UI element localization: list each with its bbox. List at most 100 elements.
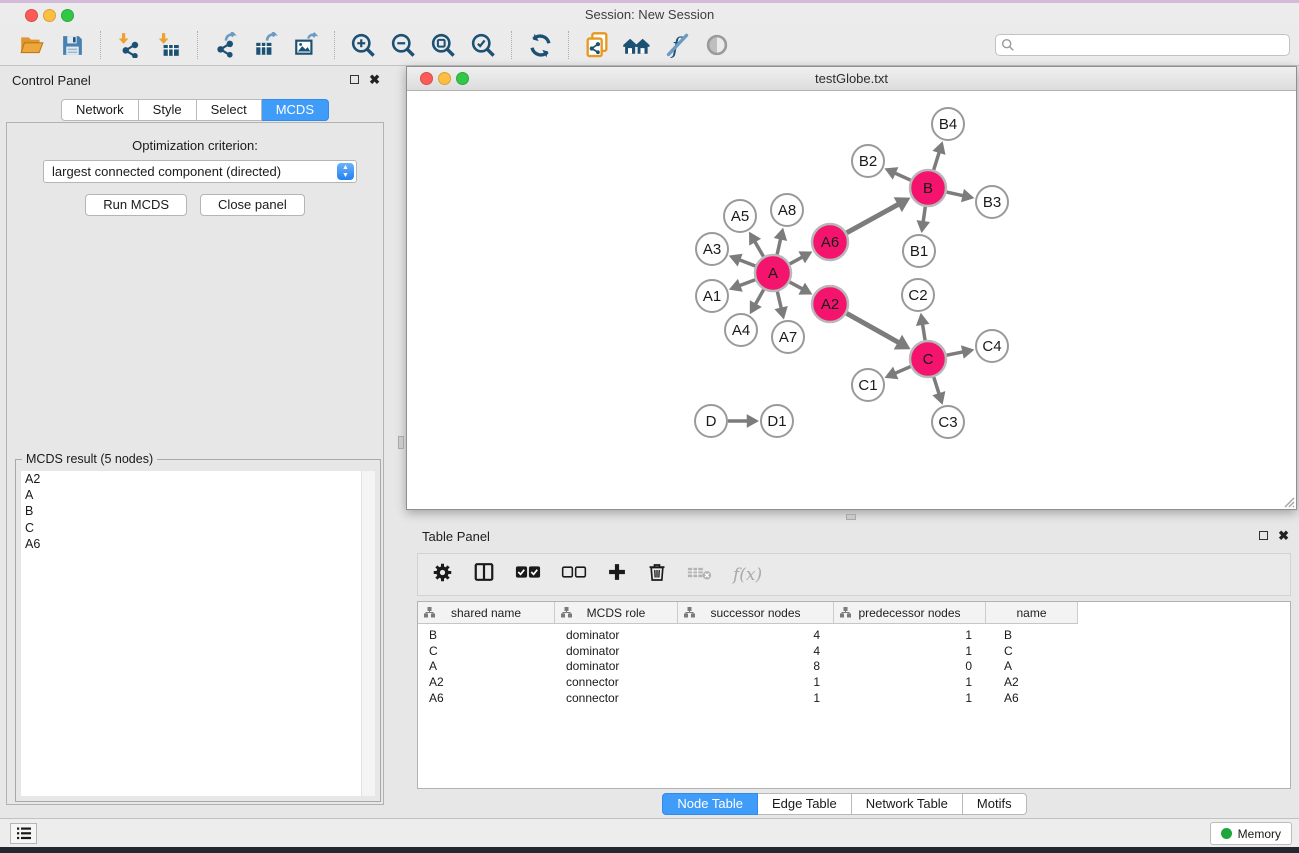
table-cell[interactable]: 1	[834, 691, 986, 705]
split-panel-button[interactable]	[473, 561, 495, 588]
table-row[interactable]: A2connector11A2	[418, 674, 1290, 690]
zoom-selected-button[interactable]	[463, 29, 503, 61]
scrollbar-track[interactable]	[361, 471, 375, 796]
toolbar-separator	[334, 31, 335, 59]
show-all-columns-button[interactable]	[515, 564, 541, 585]
float-panel-icon[interactable]	[1259, 531, 1268, 540]
import-table-button[interactable]	[149, 29, 189, 61]
column-header-predecessor-nodes[interactable]: predecessor nodes	[834, 602, 986, 624]
show-all-button[interactable]	[697, 29, 737, 61]
tab-network[interactable]: Network	[61, 99, 139, 121]
table-cell[interactable]: connector	[555, 691, 678, 705]
export-image-button[interactable]	[286, 29, 326, 61]
table-cell[interactable]: dominator	[555, 628, 678, 642]
table-cell[interactable]: 1	[834, 644, 986, 658]
table-cell[interactable]: A6	[986, 691, 1078, 705]
mcds-result-list[interactable]: A2ABCA6	[21, 471, 375, 796]
table-cell[interactable]: 1	[834, 675, 986, 689]
tab-node-table[interactable]: Node Table	[662, 793, 758, 815]
close-panel-icon[interactable]: ✖	[1278, 530, 1289, 541]
tab-mcds[interactable]: MCDS	[262, 99, 329, 121]
create-column-button[interactable]	[607, 562, 627, 587]
run-mcds-button[interactable]: Run MCDS	[85, 194, 187, 216]
column-header-mcds-role[interactable]: MCDS role	[555, 602, 678, 624]
zoom-in-button[interactable]	[343, 29, 383, 61]
table-cell[interactable]: connector	[555, 675, 678, 689]
network-graph[interactable]: AA1A2A3A4A5A6A7A8BB1B2B3B4CC1C2C3C4DD1	[407, 92, 1296, 509]
memory-button[interactable]: Memory	[1210, 822, 1292, 845]
function-builder-button[interactable]: f(x)	[733, 565, 762, 585]
table-cell[interactable]: 1	[678, 675, 834, 689]
table-cell[interactable]: B	[418, 628, 555, 642]
first-neighbors-button[interactable]	[617, 29, 657, 61]
float-panel-icon[interactable]	[350, 75, 359, 84]
network-from-selection-button[interactable]	[577, 29, 617, 61]
tab-select[interactable]: Select	[197, 99, 262, 121]
graph-node-label: A7	[779, 329, 797, 346]
network-window-titlebar[interactable]: testGlobe.txt	[407, 67, 1296, 91]
split-divider-handle[interactable]	[846, 514, 856, 520]
zoom-out-button[interactable]	[383, 29, 423, 61]
table-cell[interactable]: A2	[418, 675, 555, 689]
table-cell[interactable]: A	[418, 659, 555, 673]
table-cell[interactable]: A6	[418, 691, 555, 705]
mcds-result-item[interactable]: A	[21, 487, 375, 503]
column-header-successor-nodes[interactable]: successor nodes	[678, 602, 834, 624]
graph-edge-A6-B[interactable]	[847, 203, 902, 233]
table-cell[interactable]: 1	[678, 691, 834, 705]
open-session-button[interactable]	[12, 29, 52, 61]
table-cell[interactable]: dominator	[555, 659, 678, 673]
apply-layout-button[interactable]	[520, 29, 560, 61]
table-cell[interactable]: 1	[834, 628, 986, 642]
graph-edge-A2-C[interactable]	[847, 313, 902, 344]
table-cell[interactable]: A	[986, 659, 1078, 673]
criterion-select[interactable]: largest connected component (directed) ▲…	[43, 160, 357, 183]
column-header-shared-name[interactable]: shared name	[418, 602, 555, 624]
tab-style[interactable]: Style	[139, 99, 197, 121]
table-row[interactable]: Adominator80A	[418, 658, 1290, 674]
window-resize-grip[interactable]	[1283, 496, 1295, 508]
export-table-button[interactable]	[246, 29, 286, 61]
delete-table-button[interactable]	[687, 564, 713, 586]
table-cell[interactable]: 8	[678, 659, 834, 673]
save-session-button[interactable]	[52, 29, 92, 61]
table-row[interactable]: Bdominator41B	[418, 627, 1290, 643]
close-panel-button[interactable]: Close panel	[200, 194, 305, 216]
table-row[interactable]: A6connector11A6	[418, 690, 1290, 706]
task-history-button[interactable]	[10, 823, 37, 844]
table-cell[interactable]: A2	[986, 675, 1078, 689]
search-box[interactable]	[995, 34, 1290, 56]
tab-network-table[interactable]: Network Table	[852, 793, 963, 815]
column-header-name[interactable]: name	[986, 602, 1078, 624]
table-cell[interactable]: B	[986, 628, 1078, 642]
search-input[interactable]	[1015, 37, 1284, 53]
mcds-result-item[interactable]: A2	[21, 471, 375, 487]
mcds-result-item[interactable]: A6	[21, 536, 375, 552]
graph-node-label: C4	[982, 338, 1001, 355]
delete-columns-button[interactable]	[647, 562, 667, 588]
export-network-button[interactable]	[206, 29, 246, 61]
memory-label: Memory	[1238, 827, 1281, 841]
table-row[interactable]: Cdominator41C	[418, 643, 1290, 659]
split-divider-handle[interactable]	[398, 436, 404, 449]
table-settings-button[interactable]	[432, 562, 453, 588]
table-cell[interactable]: dominator	[555, 644, 678, 658]
network-window-title: testGlobe.txt	[407, 71, 1296, 86]
import-network-button[interactable]	[109, 29, 149, 61]
tab-motifs[interactable]: Motifs	[963, 793, 1027, 815]
close-panel-icon[interactable]: ✖	[369, 74, 380, 85]
table-cell[interactable]: 4	[678, 628, 834, 642]
column-type-icon	[561, 607, 572, 618]
table-cell[interactable]: C	[986, 644, 1078, 658]
zoom-fit-button[interactable]	[423, 29, 463, 61]
graph-edge-arrowhead	[961, 189, 974, 202]
mcds-result-item[interactable]: C	[21, 520, 375, 536]
tab-edge-table[interactable]: Edge Table	[758, 793, 852, 815]
table-cell[interactable]: 0	[834, 659, 986, 673]
network-canvas[interactable]: AA1A2A3A4A5A6A7A8BB1B2B3B4CC1C2C3C4DD1	[407, 92, 1296, 509]
table-cell[interactable]: C	[418, 644, 555, 658]
hide-selected-button[interactable]: f	[657, 29, 697, 61]
table-cell[interactable]: 4	[678, 644, 834, 658]
hide-all-columns-button[interactable]	[561, 564, 587, 585]
mcds-result-item[interactable]: B	[21, 503, 375, 519]
